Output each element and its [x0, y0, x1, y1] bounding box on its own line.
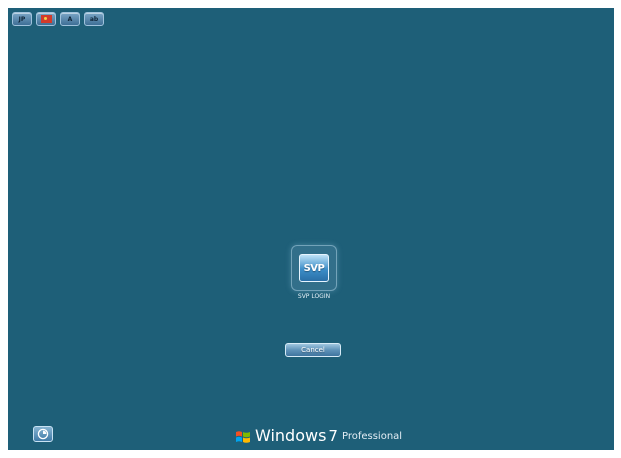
language-jp-label: JP [18, 15, 26, 23]
svp-logo-icon: SVP [299, 254, 329, 282]
font-a-button[interactable]: A [60, 12, 80, 26]
input-mode-label: ab [89, 15, 99, 23]
cancel-button[interactable]: Cancel [285, 343, 341, 357]
language-jp-button[interactable]: JP [12, 12, 32, 26]
font-a-label: A [67, 15, 73, 23]
login-screen: JP A ab SVP SVP LOGIN Cancel Windows 7 P… [8, 8, 614, 450]
windows-version: 7 [328, 427, 338, 445]
top-toolbar: JP A ab [12, 12, 104, 26]
windows-wordmark: Windows [255, 426, 327, 445]
windows-branding: Windows 7 Professional [235, 425, 402, 445]
input-mode-button[interactable]: ab [84, 12, 104, 26]
windows-logo-icon [236, 431, 250, 443]
flag-button[interactable] [36, 12, 56, 26]
flag-icon [40, 15, 52, 23]
ease-of-access-icon [37, 428, 49, 440]
svp-login-tile[interactable]: SVP [291, 245, 337, 291]
svp-login-label[interactable]: SVP LOGIN [264, 293, 364, 300]
ease-of-access-button[interactable] [33, 426, 53, 442]
windows-edition: Professional [341, 431, 403, 442]
svp-logo-text: SVP [303, 262, 325, 274]
